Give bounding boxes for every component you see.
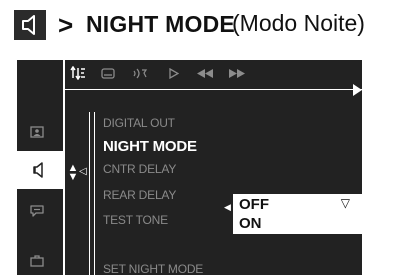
menu-item-rear-delay[interactable]: REAR DELAY — [103, 188, 176, 202]
menu-item-digital-out[interactable]: DIGITAL OUT — [103, 116, 175, 130]
menu-item-cntr-delay[interactable]: CNTR DELAY — [103, 162, 176, 176]
top-icon-bar — [63, 60, 362, 88]
play-icon[interactable] — [167, 64, 181, 82]
page-heading: > NIGHT MODE (Modo Noite) — [0, 0, 400, 52]
option-on[interactable]: ON — [239, 215, 262, 232]
rewind-icon[interactable] — [196, 64, 214, 82]
menu-divider-inner — [89, 112, 90, 275]
status-text: SET NIGHT MODE — [103, 262, 204, 275]
briefcase-icon[interactable] — [21, 246, 53, 274]
audio-setup-icon[interactable] — [69, 64, 87, 82]
side-menu — [17, 112, 63, 275]
osd-screen: ▲ ▼ ◁ DIGITAL OUT NIGHT MODE CNTR DELAY R… — [17, 60, 362, 275]
menu-divider — [63, 89, 362, 90]
option-off[interactable]: OFF — [239, 196, 269, 213]
chevron-down-icon[interactable]: ▽ — [341, 196, 350, 210]
menu-item-night-mode[interactable]: NIGHT MODE — [103, 138, 197, 155]
audio-language-icon[interactable] — [131, 64, 151, 82]
speaker-icon[interactable] — [17, 151, 63, 189]
page-title: NIGHT MODE — [86, 11, 235, 37]
right-arrow-icon — [353, 84, 362, 96]
submenu-arrow-icon: ◀ — [224, 202, 231, 212]
subtitle-bubble-icon[interactable] — [21, 197, 53, 225]
speaker-icon — [14, 10, 46, 40]
menu-divider-inner-2 — [94, 112, 95, 275]
fast-forward-icon[interactable] — [228, 64, 246, 82]
picture-setup-icon[interactable] — [21, 118, 53, 146]
page-subtitle: (Modo Noite) — [232, 10, 365, 36]
left-arrow-icon: ◁ — [79, 166, 87, 177]
menu-item-test-tone[interactable]: TEST TONE — [103, 213, 168, 227]
subtitle-icon[interactable] — [100, 64, 116, 82]
arrow-icon: > — [58, 10, 74, 40]
night-mode-dropdown[interactable]: OFF ▽ ON — [233, 194, 362, 234]
